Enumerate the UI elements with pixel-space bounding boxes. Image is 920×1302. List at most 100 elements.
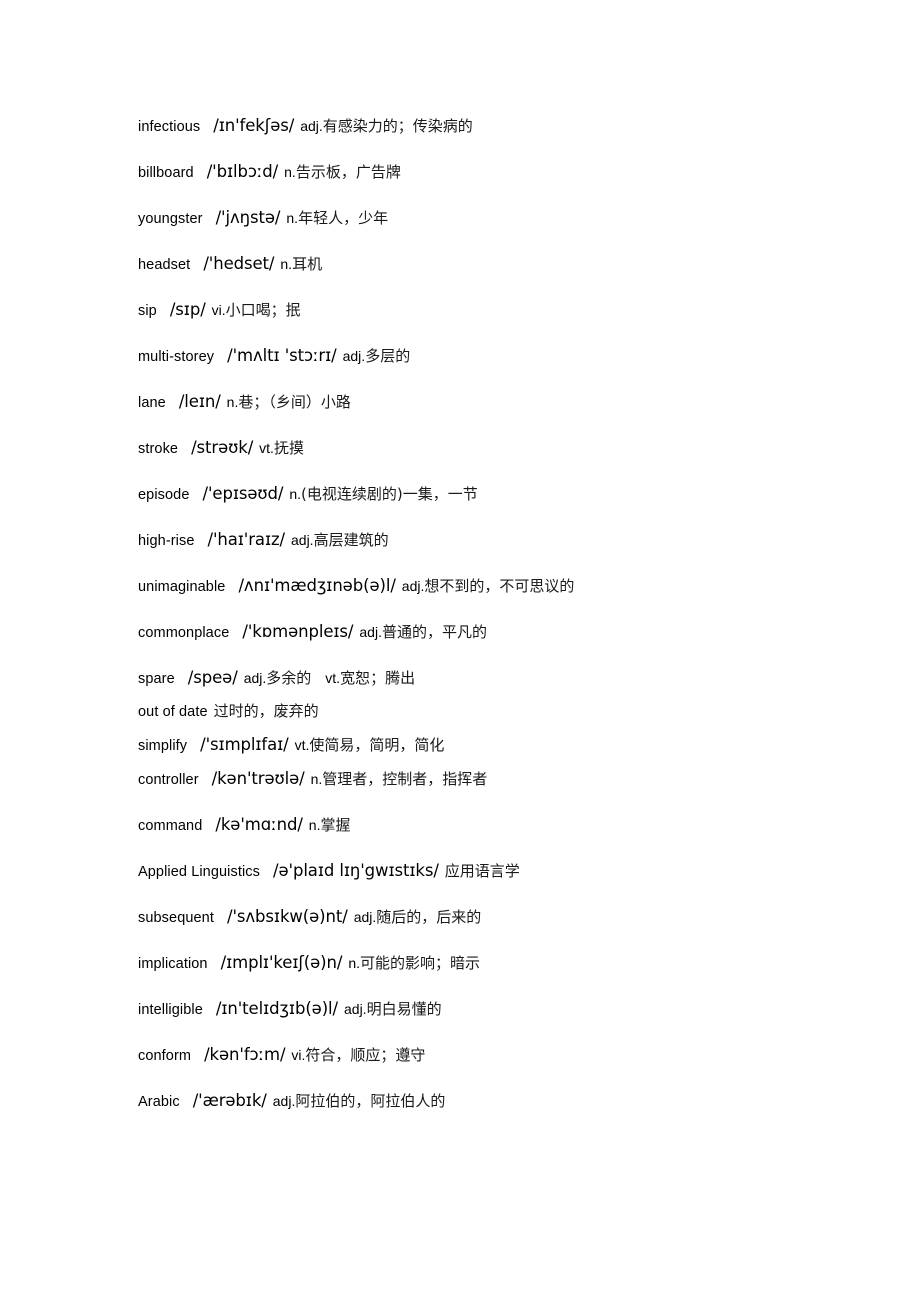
entry-headword: multi-storey xyxy=(138,349,215,365)
vocabulary-entry: unimaginable/ʌnɪ'mædʒɪnəb(ə)l/adj.想不到的，不… xyxy=(138,576,880,595)
entry-headword: infectious xyxy=(138,119,201,135)
entry-definition: 符合，顺应；遵守 xyxy=(305,1046,426,1064)
entry-headword: stroke xyxy=(138,441,179,457)
entry-part-of-speech: n. xyxy=(286,210,299,226)
vocabulary-entry: implication/ɪmplɪ'keɪʃ(ə)n/n.可能的影响；暗示 xyxy=(138,953,880,972)
entry-part-of-speech: adj. xyxy=(342,348,366,364)
entry-headword: simplify xyxy=(138,738,188,754)
entry-phonetic: /ə'plaɪd lɪŋ'gwɪstɪks/ xyxy=(273,861,439,880)
vocabulary-entry: high-rise /'haɪ'raɪz/adj.高层建筑的 xyxy=(138,530,880,549)
entry-headword: sip xyxy=(138,303,157,319)
vocabulary-entry: sip/sɪp/vi.小口喝；抿 xyxy=(138,300,880,319)
vocabulary-entry: stroke/strəʊk/vt.抚摸 xyxy=(138,438,880,457)
entry-part-of-speech: n. xyxy=(289,486,302,502)
entry-definition: 告示板，广告牌 xyxy=(295,163,401,181)
vocabulary-entry: command/kə'mɑːnd/n.掌握 xyxy=(138,815,880,834)
entry-phonetic: /'kɒmənpleɪs/ xyxy=(242,622,354,641)
entry-definition: 耳机 xyxy=(292,255,323,273)
entry-phonetic: /'epɪsəʊd/ xyxy=(202,484,284,503)
entry-phonetic: /'mʌltɪ 'stɔːrɪ/ xyxy=(227,346,337,365)
entry-headword: episode xyxy=(138,487,190,503)
entry-definition: 高层建筑的 xyxy=(313,531,389,549)
entry-part-of-speech: adj. xyxy=(291,532,314,548)
entry-part-of-speech: vi. xyxy=(211,302,226,318)
entry-part-of-speech: n. xyxy=(310,771,323,787)
entry-headword: Applied Linguistics xyxy=(138,864,260,880)
entry-part-of-speech: n. xyxy=(348,955,361,971)
entry-phonetic: /'hedset/ xyxy=(203,254,275,273)
entry-part-of-speech: vt. xyxy=(294,737,310,753)
entry-headword: Arabic xyxy=(138,1094,180,1110)
entry-phonetic: /sɪp/ xyxy=(169,300,206,319)
entry-headword: intelligible xyxy=(138,1002,203,1018)
vocabulary-list: infectious/ɪn'fekʃəs/adj.有感染力的；传染病的 billb… xyxy=(138,117,880,1139)
entry-phonetic: /'ærəbɪk/ xyxy=(192,1091,267,1110)
entry-definition: 年轻人，少年 xyxy=(298,209,389,227)
vocabulary-entry: out of date 过时的，废弃的 xyxy=(138,704,880,720)
entry-headword: headset xyxy=(138,257,191,273)
entry-headword: spare xyxy=(138,671,175,687)
entry-definition-secondary: 宽恕；腾出 xyxy=(340,669,416,687)
vocabulary-entry: controller/kən'trəʊlə/n.管理者，控制者，指挥者 xyxy=(138,769,880,788)
entry-definition: 掌握 xyxy=(320,816,351,834)
entry-part-of-speech: adj. xyxy=(243,670,267,686)
entry-definition: 明白易懂的 xyxy=(366,1000,442,1018)
entry-definition: 随后的，后来的 xyxy=(376,908,482,926)
vocabulary-entry: youngster /'jʌŋstə/n.年轻人，少年 xyxy=(138,208,880,227)
entry-definition: 有感染力的；传染病的 xyxy=(322,117,473,135)
entry-part-of-speech: adj. xyxy=(300,118,323,134)
entry-definition: 小口喝；抿 xyxy=(225,301,301,319)
entry-definition: 管理者，控制者，指挥者 xyxy=(322,770,488,788)
entry-headword: commonplace xyxy=(138,625,230,641)
vocabulary-entry: Applied Linguistics/ə'plaɪd lɪŋ'gwɪstɪks… xyxy=(138,861,880,880)
entry-part-of-speech: vi. xyxy=(291,1047,306,1063)
vocabulary-entry: infectious/ɪn'fekʃəs/adj.有感染力的；传染病的 xyxy=(138,117,880,135)
entry-definition: 多余的 xyxy=(266,669,312,687)
vocabulary-entry: spare/speə/adj.多余的 vt.宽恕；腾出 xyxy=(138,669,880,687)
entry-definition: (电视连续剧的)一集，一节 xyxy=(301,485,478,503)
entry-phonetic: /strəʊk/ xyxy=(191,438,254,457)
entry-headword: subsequent xyxy=(138,910,214,926)
entry-phonetic: /kə'mɑːnd/ xyxy=(215,815,303,834)
entry-part-of-speech: adj. xyxy=(344,1001,367,1017)
vocabulary-entry: episode /'epɪsəʊd/n.(电视连续剧的)一集，一节 xyxy=(138,484,880,503)
entry-definition: 阿拉伯的，阿拉伯人的 xyxy=(295,1092,446,1110)
entry-headword: high-rise xyxy=(138,533,195,549)
entry-part-of-speech: vt. xyxy=(259,440,274,456)
entry-part-of-speech: adj. xyxy=(353,909,377,925)
entry-part-of-speech: n. xyxy=(308,817,321,833)
entry-headword: lane xyxy=(138,395,166,411)
document-page: infectious/ɪn'fekʃəs/adj.有感染力的；传染病的 billb… xyxy=(0,0,920,1302)
vocabulary-entry: multi-storey /'mʌltɪ 'stɔːrɪ/adj.多层的 xyxy=(138,346,880,365)
entry-headword: controller xyxy=(138,772,199,788)
entry-phonetic: /'sɪmplɪfaɪ/ xyxy=(200,735,289,754)
entry-definition: 普通的，平凡的 xyxy=(381,623,487,641)
entry-part-of-speech: adj. xyxy=(272,1093,296,1109)
entry-phonetic: /'jʌŋstə/ xyxy=(215,208,281,227)
vocabulary-entry: simplify /'sɪmplɪfaɪ/vt.使简易，简明，简化 xyxy=(138,735,880,754)
entry-definition: 使简易，简明，简化 xyxy=(309,736,445,754)
entry-part-of-speech-secondary: vt. xyxy=(325,670,341,686)
entry-definition: 可能的影响；暗示 xyxy=(360,954,481,972)
entry-definition: 过时的，废弃的 xyxy=(213,702,319,720)
entry-phonetic: /'sʌbsɪkw(ə)nt/ xyxy=(226,907,348,926)
entry-phonetic: /ʌnɪ'mædʒɪnəb(ə)l/ xyxy=(238,576,396,595)
vocabulary-entry: headset /'hedset/n.耳机 xyxy=(138,254,880,273)
vocabulary-entry: lane/leɪn/n.巷；（乡间）小路 xyxy=(138,392,880,411)
entry-phonetic: /leɪn/ xyxy=(178,392,221,411)
entry-headword: command xyxy=(138,818,203,834)
entry-phonetic: /'haɪ'raɪz/ xyxy=(207,530,286,549)
vocabulary-entry: billboard /'bɪlbɔːd/n.告示板，广告牌 xyxy=(138,162,880,181)
entry-phonetic: /'bɪlbɔːd/ xyxy=(206,162,279,181)
entry-headword: implication xyxy=(138,956,208,972)
entry-phonetic: /ɪmplɪ'keɪʃ(ə)n/ xyxy=(220,953,343,972)
entry-definition: 抚摸 xyxy=(273,439,304,457)
entry-phonetic: /kən'fɔːm/ xyxy=(204,1045,286,1064)
entry-part-of-speech: adj. xyxy=(359,624,382,640)
entry-phonetic: /kən'trəʊlə/ xyxy=(211,769,305,788)
vocabulary-entry: conform/kən'fɔːm/vi.符合，顺应；遵守 xyxy=(138,1045,880,1064)
entry-part-of-speech: n. xyxy=(284,164,296,180)
entry-part-of-speech: n. xyxy=(226,394,239,410)
entry-headword: conform xyxy=(138,1048,192,1064)
entry-headword: out of date xyxy=(138,704,208,720)
